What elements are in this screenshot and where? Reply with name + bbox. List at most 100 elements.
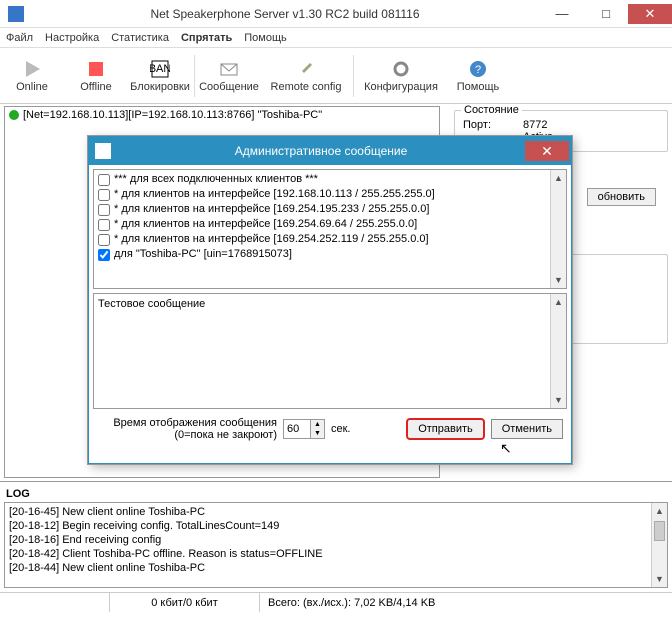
help-button[interactable]: ? Помощь — [446, 51, 510, 101]
msg-scrollbar[interactable]: ▲ ▼ — [550, 294, 566, 408]
speed-cell: 0 кбит/0 кбит — [110, 593, 260, 612]
client-row[interactable]: [Net=192.168.10.113][IP=192.168.10.113:8… — [5, 107, 439, 123]
cancel-button[interactable]: Отменить — [491, 419, 563, 439]
scroll-up-icon[interactable]: ▲ — [551, 294, 566, 310]
duration-value: 60 — [287, 423, 299, 435]
help-icon: ? — [468, 59, 488, 79]
recipients-list[interactable]: *** для всех подключенных клиентов *** *… — [93, 169, 567, 289]
ban-icon: BAN — [150, 59, 170, 79]
send-button[interactable]: Отправить — [406, 418, 485, 440]
recipient-label: для "Toshiba-PC" [uin=1768915073] — [114, 247, 292, 262]
log-line: [20-18-12] Begin receiving config. Total… — [9, 519, 663, 533]
remote-label: Remote config — [271, 81, 342, 93]
port-label: Порт: — [463, 119, 523, 131]
offline-label: Offline — [80, 81, 112, 93]
log-line: [20-18-42] Client Toshiba-PC offline. Re… — [9, 547, 663, 561]
wrench-icon — [296, 59, 316, 79]
spin-up-icon[interactable]: ▲ — [310, 420, 324, 429]
recipient-label: *** для всех подключенных клиентов *** — [114, 172, 318, 187]
modal-button-row: Время отображения сообщения (0=пока не з… — [89, 413, 571, 445]
modal-titlebar[interactable]: Административное сообщение ✕ — [89, 137, 571, 165]
recipient-row: *** для всех подключенных клиентов *** — [96, 172, 564, 187]
menu-stats[interactable]: Статистика — [111, 32, 169, 44]
recip-scrollbar[interactable]: ▲ ▼ — [550, 170, 566, 288]
stop-icon — [86, 59, 106, 79]
log-line: [20-18-16] End receiving config — [9, 533, 663, 547]
svg-text:BAN: BAN — [150, 63, 170, 75]
recipient-row: * для клиентов на интерфейсе [192.168.10… — [96, 187, 564, 202]
recipient-label: * для клиентов на интерфейсе [192.168.10… — [114, 187, 435, 202]
recipient-checkbox[interactable] — [98, 249, 110, 261]
recipient-row: * для клиентов на интерфейсе [169.254.25… — [96, 232, 564, 247]
menu-file[interactable]: Файл — [6, 32, 33, 44]
status-cell-empty — [0, 593, 110, 612]
block-label: Блокировки — [130, 81, 190, 93]
client-text: [Net=192.168.10.113][IP=192.168.10.113:8… — [23, 109, 322, 121]
scroll-down-icon[interactable]: ▼ — [652, 571, 667, 587]
app-icon — [8, 6, 24, 22]
admin-message-dialog: Административное сообщение ✕ *** для все… — [88, 136, 572, 464]
log-label: LOG — [6, 488, 668, 500]
scroll-up-icon[interactable]: ▲ — [551, 170, 566, 186]
statusbar: 0 кбит/0 кбит Всего: (вх./исх.): 7,02 KB… — [0, 592, 672, 612]
duration-label-2: (0=пока не закроют) — [97, 429, 277, 441]
message-text: Тестовое сообщение — [98, 298, 205, 310]
scroll-up-icon[interactable]: ▲ — [652, 503, 667, 519]
sec-label: сек. — [331, 423, 351, 435]
maximize-button[interactable]: □ — [584, 4, 628, 24]
scroll-thumb[interactable] — [654, 521, 665, 541]
recipient-label: * для клиентов на интерфейсе [169.254.25… — [114, 232, 429, 247]
recipient-label: * для клиентов на интерфейсе [169.254.69… — [114, 217, 417, 232]
block-button[interactable]: BAN Блокировки — [128, 51, 192, 101]
toolbar: Online Offline BAN Блокировки Сообщение … — [0, 48, 672, 104]
menu-hide[interactable]: Спрятать — [181, 32, 232, 44]
log-line: [20-16-45] New client online Toshiba-PC — [9, 505, 663, 519]
total-label: Всего: (вх./исх.): — [268, 597, 351, 609]
menubar: Файл Настройка Статистика Спрятать Помощ… — [0, 28, 672, 48]
message-label: Сообщение — [199, 81, 259, 93]
message-button[interactable]: Сообщение — [197, 51, 261, 101]
online-button[interactable]: Online — [0, 51, 64, 101]
recipient-checkbox[interactable] — [98, 174, 110, 186]
play-icon — [22, 59, 42, 79]
scroll-down-icon[interactable]: ▼ — [551, 272, 566, 288]
update-button[interactable]: обновить — [587, 188, 656, 206]
config-button[interactable]: Конфигурация — [356, 51, 446, 101]
status-legend: Состояние — [461, 104, 522, 116]
recipient-checkbox[interactable] — [98, 204, 110, 216]
online-label: Online — [16, 81, 48, 93]
recipient-row: * для клиентов на интерфейсе [169.254.69… — [96, 217, 564, 232]
recipient-label: * для клиентов на интерфейсе [169.254.19… — [114, 202, 429, 217]
recipient-checkbox[interactable] — [98, 219, 110, 231]
config-label: Конфигурация — [364, 81, 438, 93]
mail-icon — [219, 59, 239, 79]
spin-down-icon[interactable]: ▼ — [310, 429, 324, 438]
offline-button[interactable]: Offline — [64, 51, 128, 101]
log-line: [20-18-44] New client online Toshiba-PC — [9, 561, 663, 575]
log-area: LOG [20-16-45] New client online Toshiba… — [0, 482, 672, 592]
toolbar-sep-2 — [353, 55, 354, 97]
menu-help[interactable]: Помощь — [244, 32, 287, 44]
help-label: Помощь — [457, 81, 500, 93]
window-title: Net Speakerphone Server v1.30 RC2 build … — [30, 7, 540, 21]
modal-icon — [95, 143, 111, 159]
duration-stepper[interactable]: 60 ▲▼ — [283, 419, 325, 439]
menu-settings[interactable]: Настройка — [45, 32, 99, 44]
log-box[interactable]: [20-16-45] New client online Toshiba-PC … — [4, 502, 668, 588]
minimize-button[interactable]: — — [540, 4, 584, 24]
duration-label: Время отображения сообщения (0=пока не з… — [97, 417, 277, 441]
titlebar: Net Speakerphone Server v1.30 RC2 build … — [0, 0, 672, 28]
svg-text:?: ? — [475, 64, 481, 76]
modal-close-button[interactable]: ✕ — [525, 141, 569, 161]
scroll-down-icon[interactable]: ▼ — [551, 392, 566, 408]
recipient-checkbox[interactable] — [98, 234, 110, 246]
toolbar-sep — [194, 55, 195, 97]
online-dot-icon — [9, 110, 19, 120]
recipient-checkbox[interactable] — [98, 189, 110, 201]
log-scrollbar[interactable]: ▲ ▼ — [651, 503, 667, 587]
port-value: 8772 — [523, 119, 547, 131]
close-button[interactable]: ✕ — [628, 4, 672, 24]
remote-button[interactable]: Remote config — [261, 51, 351, 101]
message-textarea[interactable]: Тестовое сообщение ▲ ▼ — [93, 293, 567, 409]
total-value: 7,02 KB/4,14 KB — [354, 597, 435, 609]
